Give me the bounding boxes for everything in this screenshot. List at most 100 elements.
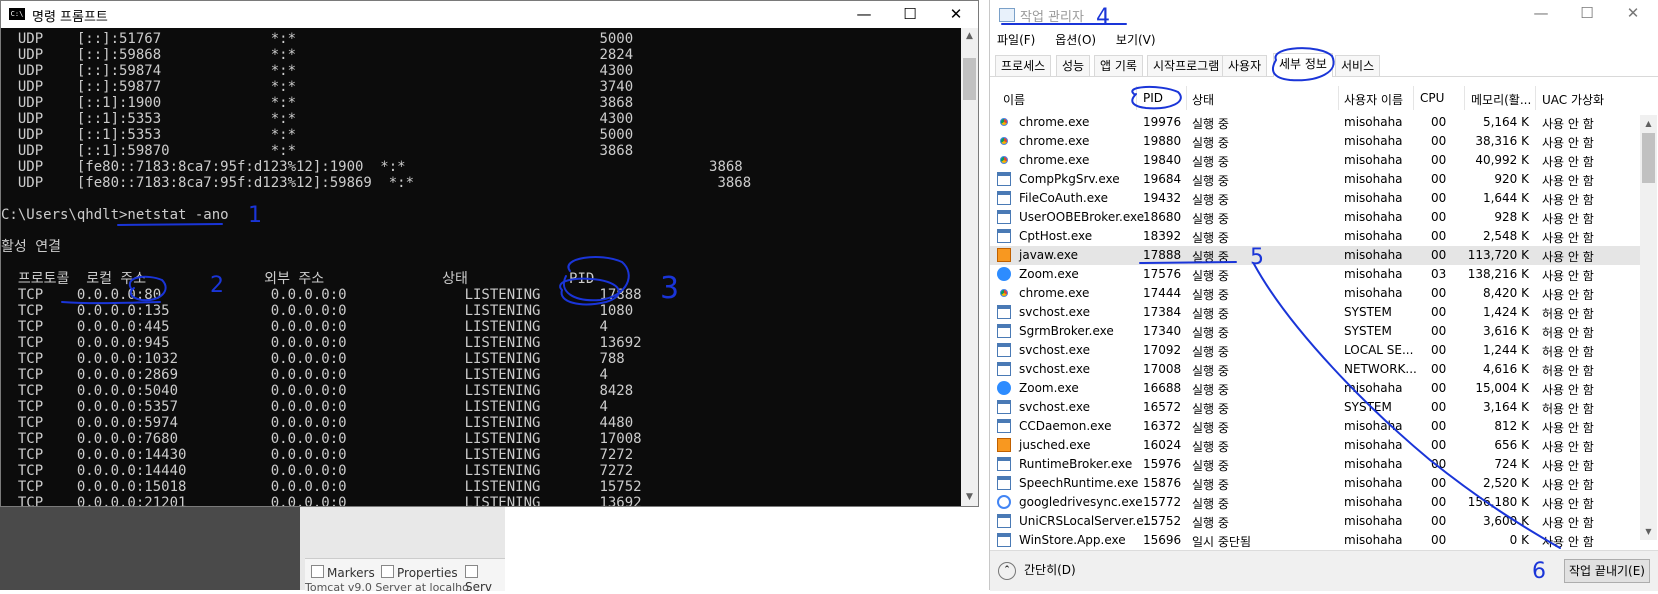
cell-uac: 사용 안 함 — [1542, 383, 1594, 397]
cell-mem: 3,616 K — [1482, 324, 1529, 338]
table-row[interactable]: FileCoAuth.exe 19432 실행 중 misohaha 00 1,644 K… — [990, 189, 1640, 208]
table-row[interactable]: UniCRSLocalServer.e... 15752 실행 중 misohaha 0… — [990, 512, 1640, 531]
maximize-button[interactable]: ☐ — [887, 1, 933, 28]
cell-pid: 16572 — [1143, 400, 1182, 414]
table-row[interactable]: chrome.exe 19840 실행 중 misohaha 00 40,992 K 사용 … — [990, 151, 1640, 170]
console-line: C:\Users\qhdlt>netstat -ano — [1, 207, 229, 223]
column-divider[interactable] — [1535, 86, 1536, 110]
process-scrollbar[interactable]: ▲ ▼ — [1640, 115, 1657, 540]
column-header-status[interactable]: 상태 — [1192, 91, 1214, 108]
table-row[interactable]: jusched.exe 16024 실행 중 misohaha 00 656 K 사용 안 … — [990, 436, 1640, 455]
tab-startup[interactable]: 시작프로그램 — [1147, 55, 1226, 76]
cmd-titlebar[interactable]: C:\ 명령 프롬프트 — ☐ ✕ — [1, 1, 978, 28]
tab-services[interactable]: 서비스 — [1335, 55, 1381, 76]
table-row[interactable]: chrome.exe 17444 실행 중 misohaha 00 8,420 K 사용 안… — [990, 284, 1640, 303]
table-row[interactable]: CompPkgSrv.exe 19684 실행 중 misohaha 00 920 K 사용… — [990, 170, 1640, 189]
minimize-button[interactable]: — — [1518, 0, 1564, 27]
cell-status: 실행 중 — [1192, 345, 1229, 359]
scroll-down-arrow-icon[interactable]: ▼ — [961, 489, 978, 506]
tab-properties[interactable]: Properties — [381, 565, 458, 580]
minimize-button[interactable]: — — [841, 1, 887, 28]
tab-markers[interactable]: Markers — [311, 565, 375, 580]
table-row[interactable]: SgrmBroker.exe 17340 실행 중 SYSTEM 00 3,616 K 허용… — [990, 322, 1640, 341]
tab-details[interactable]: 세부 정보 — [1273, 53, 1333, 77]
tab-app-history[interactable]: 앱 기록 — [1094, 55, 1143, 76]
cell-cpu: 00 — [1431, 324, 1447, 338]
table-row[interactable]: Zoom.exe 17576 실행 중 misohaha 03 138,216 K 사용 안… — [990, 265, 1640, 284]
app-icon — [997, 172, 1011, 186]
menu-view[interactable]: 보기(V) — [1116, 33, 1156, 47]
console-line: TCP 0.0.0.0:5040 0.0.0.0:0 LISTENING 842… — [1, 383, 634, 399]
cell-pid: 16372 — [1143, 419, 1182, 433]
table-row[interactable]: SpeechRuntime.exe 15876 실행 중 misohaha 00 2,52… — [990, 474, 1640, 493]
table-row[interactable]: svchost.exe 16572 실행 중 SYSTEM 00 3,164 K 허용 안 … — [990, 398, 1640, 417]
table-row[interactable]: svchost.exe 17384 실행 중 SYSTEM 00 1,424 K 허용 안 … — [990, 303, 1640, 322]
cell-mem: 724 K — [1494, 457, 1529, 471]
cell-pid: 15772 — [1143, 495, 1182, 509]
cell-name: svchost.exe — [1019, 343, 1090, 357]
cell-mem: 1,644 K — [1482, 191, 1529, 205]
cell-user: misohaha — [1344, 495, 1403, 509]
console-output[interactable]: UDP [::]:51767 *:* 5000 UDP [::]:59868 *… — [1, 28, 961, 506]
scroll-down-arrow-icon[interactable]: ▼ — [1640, 523, 1657, 540]
cell-name: Zoom.exe — [1019, 381, 1079, 395]
column-header-pid[interactable]: PID — [1143, 91, 1163, 105]
cell-user: SYSTEM — [1344, 305, 1392, 319]
table-row[interactable]: chrome.exe 19880 실행 중 misohaha 00 38,316 K 사용 … — [990, 132, 1640, 151]
close-button[interactable]: ✕ — [933, 1, 979, 28]
column-divider[interactable] — [1338, 86, 1339, 110]
cell-status: 실행 중 — [1192, 193, 1229, 207]
menu-file[interactable]: 파일(F) — [997, 33, 1035, 47]
table-row[interactable]: RuntimeBroker.exe 15976 실행 중 misohaha 00 724 … — [990, 455, 1640, 474]
console-line: 활성 연결 — [1, 239, 61, 255]
column-divider[interactable] — [1186, 86, 1187, 110]
cell-pid: 15876 — [1143, 476, 1182, 490]
maximize-button[interactable]: ☐ — [1564, 0, 1610, 27]
scroll-thumb[interactable] — [1642, 133, 1655, 183]
task-manager-window[interactable]: 작업 관리자 — ☐ ✕ 파일(F) 옵션(O) 보기(V) 프로세스 성능 앱… — [989, 0, 1658, 591]
close-button[interactable]: ✕ — [1610, 0, 1656, 27]
app-icon — [997, 514, 1011, 528]
cell-user: misohaha — [1344, 438, 1403, 452]
tab-processes[interactable]: 프로세스 — [995, 55, 1052, 76]
table-row[interactable]: javaw.exe 17888 실행 중 misohaha 00 113,720 K 사용 … — [990, 246, 1640, 265]
table-row[interactable]: CptHost.exe 18392 실행 중 misohaha 00 2,548 K 사용 … — [990, 227, 1640, 246]
tab-performance[interactable]: 성능 — [1056, 55, 1091, 76]
scroll-thumb[interactable] — [963, 58, 976, 100]
column-divider[interactable] — [1136, 86, 1137, 110]
column-header-user[interactable]: 사용자 이름 — [1344, 91, 1403, 108]
servers-icon — [465, 565, 478, 578]
column-header-memory[interactable]: 메모리(활... — [1471, 91, 1531, 108]
table-row[interactable]: svchost.exe 17008 실행 중 NETWORK... 00 4,616 K 허… — [990, 360, 1640, 379]
column-header-name[interactable]: 이름 — [1003, 91, 1025, 108]
table-row[interactable]: Zoom.exe 16688 실행 중 misohaha 00 15,004 K 사용 안 … — [990, 379, 1640, 398]
cell-pid: 19840 — [1143, 153, 1182, 167]
cell-user: misohaha — [1344, 248, 1403, 262]
cmd-scrollbar[interactable]: ▲ ▼ — [961, 28, 978, 506]
cell-name: UserOOBEBroker.exe — [1019, 210, 1145, 224]
cell-status: 실행 중 — [1192, 288, 1229, 302]
tab-users[interactable]: 사용자 — [1222, 55, 1268, 76]
table-row[interactable]: UserOOBEBroker.exe 18680 실행 중 misohaha 00 928… — [990, 208, 1640, 227]
app-icon — [997, 229, 1011, 243]
scroll-up-arrow-icon[interactable]: ▲ — [961, 28, 978, 45]
cell-cpu: 00 — [1431, 495, 1447, 509]
server-entry[interactable]: Tomcat v9.0 Server at localho — [305, 581, 469, 594]
cell-status: 실행 중 — [1192, 516, 1229, 530]
cell-cpu: 00 — [1431, 457, 1447, 471]
scroll-up-arrow-icon[interactable]: ▲ — [1640, 115, 1657, 132]
column-divider[interactable] — [1413, 86, 1414, 110]
table-row[interactable]: svchost.exe 17092 실행 중 LOCAL SE... 00 1,244 K… — [990, 341, 1640, 360]
table-row[interactable]: CCDaemon.exe 16372 실행 중 misohaha 00 812 K 사용 안… — [990, 417, 1640, 436]
column-header-uac[interactable]: UAC 가상화 — [1542, 91, 1604, 108]
table-row[interactable]: chrome.exe 19976 실행 중 misohaha 00 5,164 K 사용 안… — [990, 113, 1640, 132]
cmd-window[interactable]: C:\ 명령 프롬프트 — ☐ ✕ UDP [::]:51767 *:* 500… — [0, 0, 979, 507]
end-task-button[interactable]: 작업 끝내기(E) — [1564, 559, 1650, 583]
column-header-cpu[interactable]: CPU — [1420, 91, 1444, 105]
column-divider[interactable] — [1464, 86, 1465, 110]
fewer-details-button[interactable]: ⌃ 간단히(D) — [998, 561, 1076, 580]
console-line: TCP 0.0.0.0:5974 0.0.0.0:0 LISTENING 448… — [1, 415, 634, 431]
table-row[interactable]: googledrivesync.exe 15772 실행 중 misohaha 00 15… — [990, 493, 1640, 512]
menu-options[interactable]: 옵션(O) — [1055, 33, 1096, 47]
table-row[interactable]: WinStore.App.exe 15696 일시 중단됨 misohaha 00 0 K… — [990, 531, 1640, 550]
